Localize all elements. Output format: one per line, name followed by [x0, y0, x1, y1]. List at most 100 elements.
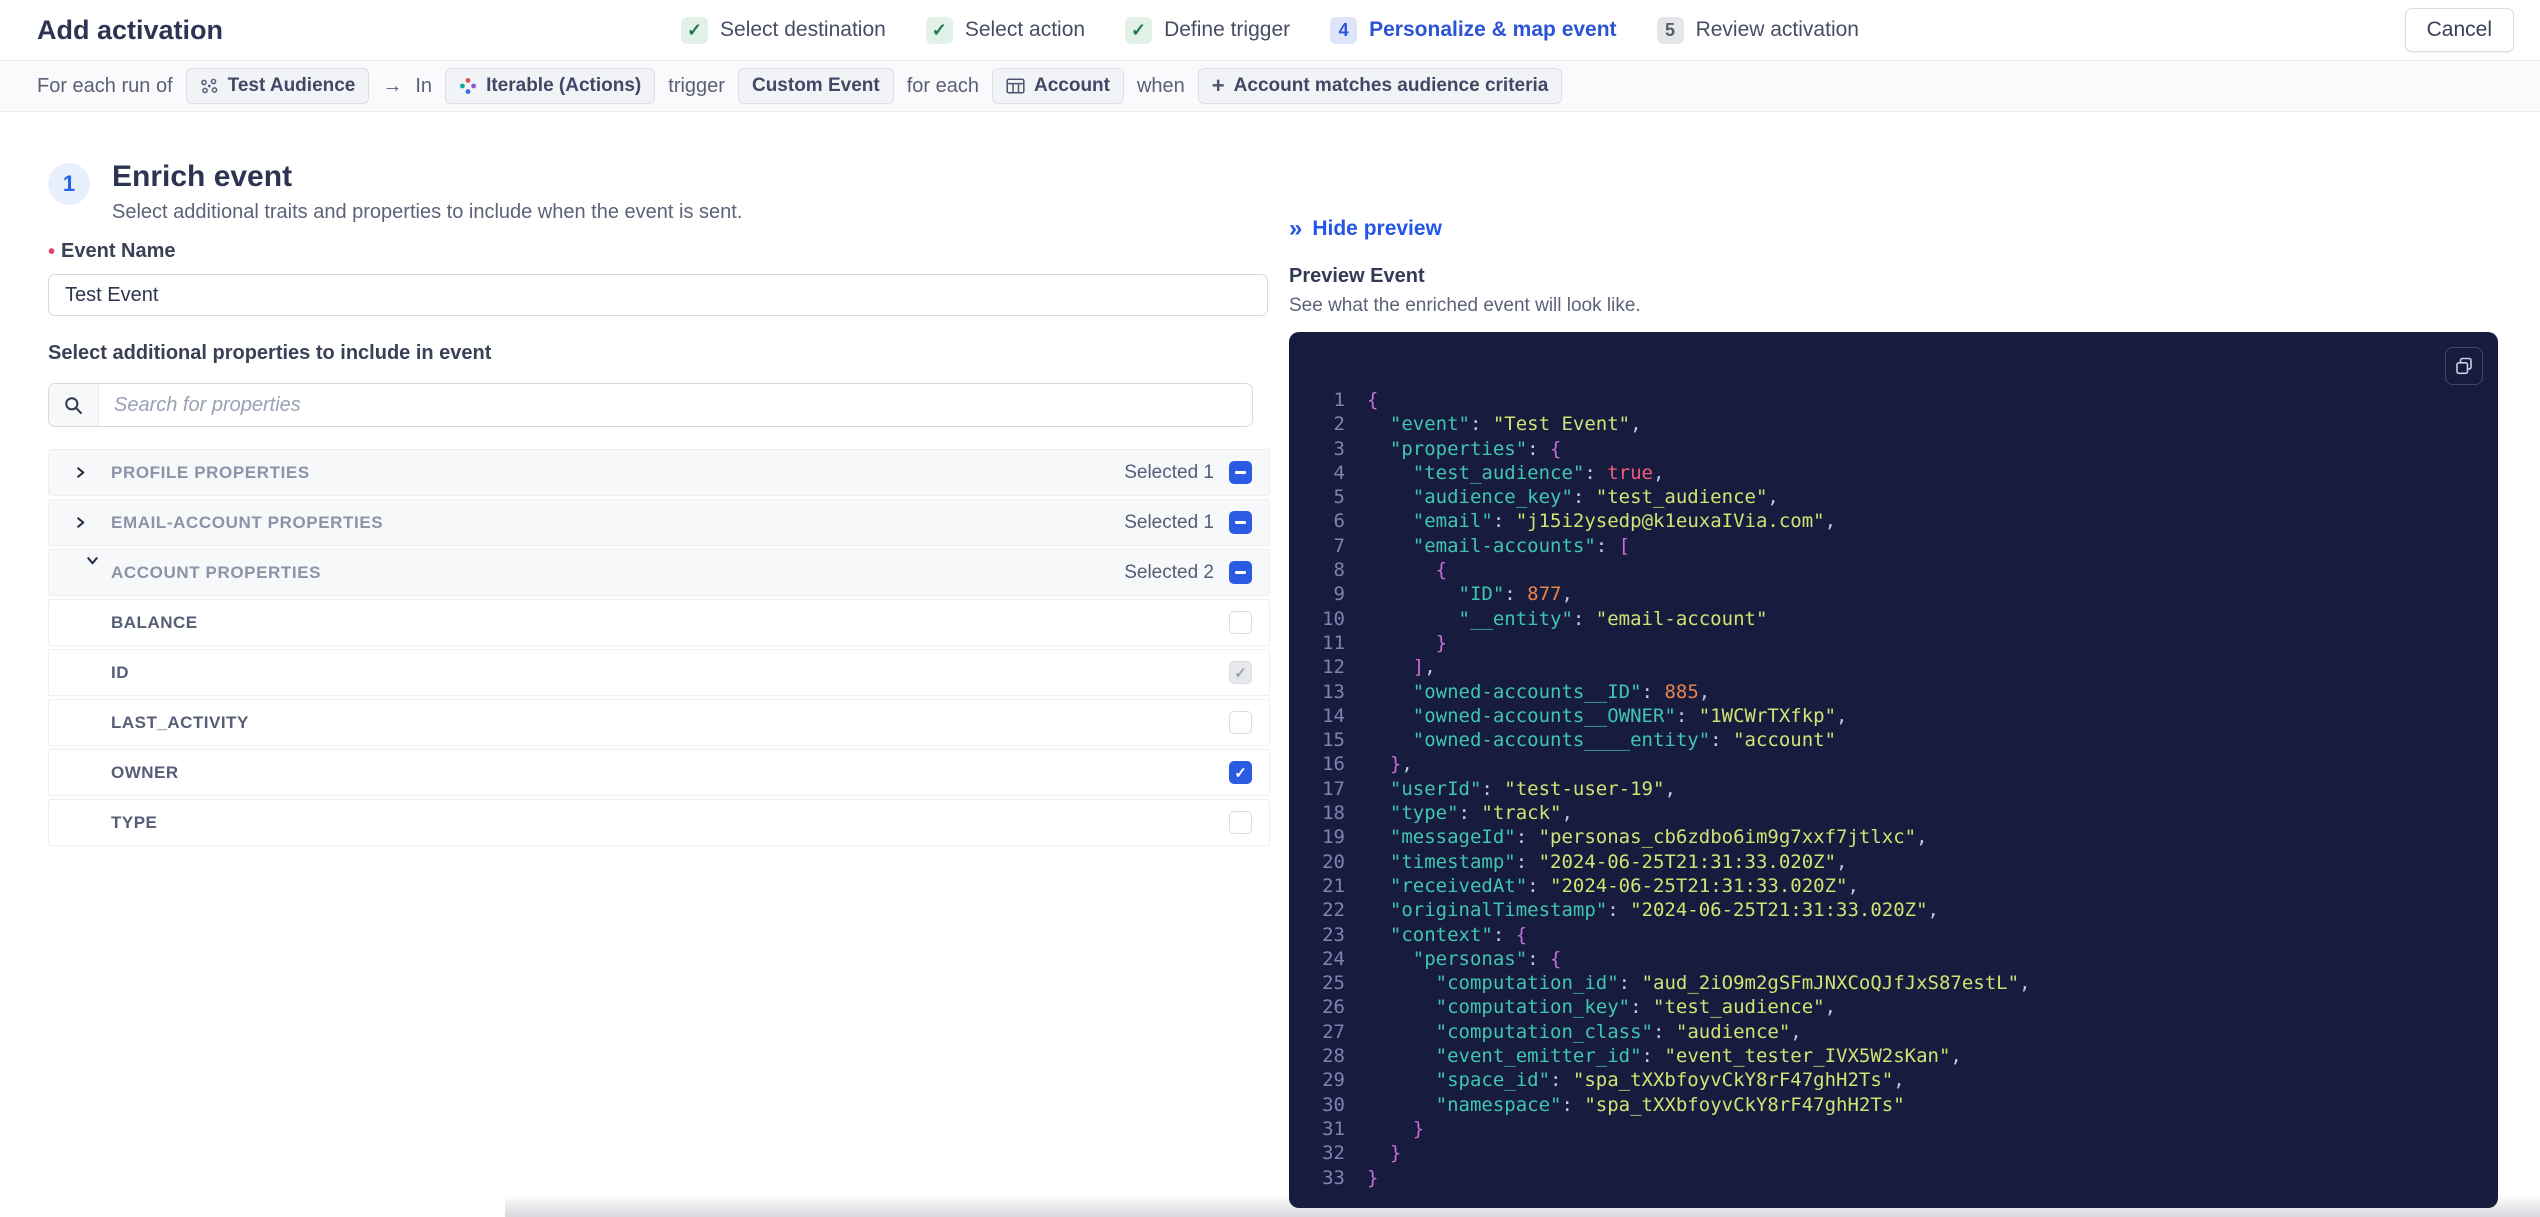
line-number: 28 [1322, 1045, 1345, 1068]
chip-label: Account [1033, 75, 1110, 96]
line-number: 15 [1322, 729, 1345, 752]
step-number-badge: 4 [1330, 16, 1358, 44]
chip-account-matches-audience-criteria[interactable]: + Account matches audience criteria [1197, 68, 1563, 104]
event-name-label: • Event Name [48, 240, 176, 263]
code-line-content: "__entity": "email-account" [1367, 607, 1768, 630]
search-icon [49, 384, 99, 426]
line-number: 7 [1333, 534, 1345, 557]
line-number: 33 [1322, 1166, 1345, 1189]
code-line: 30 "namespace": "spa_tXXbfoyvCkY8rF47ghH… [1289, 1093, 2498, 1117]
line-number: 18 [1322, 802, 1345, 825]
property-checkbox[interactable] [1229, 611, 1252, 634]
code-line-content: } [1367, 1117, 1425, 1140]
summary-text: for each [906, 74, 979, 97]
property-checkbox[interactable] [1229, 811, 1252, 834]
minus-icon [1235, 471, 1246, 474]
code-line: 5 "audience_key": "test_audience", [1289, 485, 2498, 509]
line-number: 8 [1333, 559, 1345, 582]
line-number: 29 [1322, 1069, 1345, 1092]
group-header-email-account-properties[interactable]: EMAIL-ACCOUNT PROPERTIES Selected 1 [48, 499, 1270, 546]
event-name-field[interactable] [48, 274, 1268, 316]
chip-account[interactable]: Account [991, 68, 1124, 104]
code-line: 7 "email-accounts": [ [1289, 534, 2498, 558]
group-checkbox[interactable] [1229, 511, 1252, 534]
property-checkbox[interactable] [1229, 711, 1252, 734]
line-number: 19 [1322, 826, 1345, 849]
code-line-content: "email-accounts": [ [1367, 534, 1631, 557]
iterable-icon [459, 77, 477, 95]
code-line: 1{ [1289, 388, 2498, 412]
code-line: 11 } [1289, 631, 2498, 655]
code-line: 9 "ID": 877, [1289, 582, 2498, 606]
line-number: 10 [1322, 607, 1345, 630]
property-row-balance: BALANCE [48, 599, 1270, 646]
group-header-profile-properties[interactable]: PROFILE PROPERTIES Selected 1 [48, 449, 1270, 496]
line-number: 22 [1322, 899, 1345, 922]
chip-custom-event[interactable]: Custom Event [737, 68, 894, 104]
code-line-content: "event_emitter_id": "event_tester_IVX5W2… [1367, 1045, 1962, 1068]
code-line: 4 "test_audience": true, [1289, 461, 2498, 485]
step-number-badge: 5 [1656, 16, 1684, 44]
step-select-destination[interactable]: ✓ Select destination [681, 16, 886, 44]
property-checkbox[interactable]: ✓ [1229, 761, 1252, 784]
step-define-trigger[interactable]: ✓ Define trigger [1125, 16, 1290, 44]
hide-preview-link[interactable]: » Hide preview [1289, 217, 1442, 241]
enrich-event-section: 1 Enrich event Select additional traits … [48, 112, 1270, 1208]
property-checkbox[interactable]: ✓ [1229, 661, 1252, 684]
properties-search[interactable] [48, 383, 1253, 427]
code-line-content: "owned-accounts__OWNER": "1WCWrTXfkp", [1367, 704, 1848, 727]
code-line: 10 "__entity": "email-account" [1289, 607, 2498, 631]
chip-iterable-actions-[interactable]: Iterable (Actions) [445, 68, 656, 104]
property-label: TYPE [111, 812, 158, 832]
preview-subtitle: See what the enriched event will look li… [1289, 295, 1641, 316]
line-number: 3 [1333, 437, 1345, 460]
code-line: 14 "owned-accounts__OWNER": "1WCWrTXfkp"… [1289, 704, 2498, 728]
code-line-content: "receivedAt": "2024-06-25T21:31:33.020Z"… [1367, 874, 1859, 897]
step-check-icon: ✓ [1125, 16, 1153, 44]
line-number: 31 [1322, 1117, 1345, 1140]
preview-section: » Hide preview Preview Event See what th… [1289, 112, 2498, 1208]
group-selected-count: Selected 1 [1124, 461, 1214, 483]
cancel-button[interactable]: Cancel [2404, 8, 2514, 52]
add-activation-page: Add activation ✓ Select destination ✓ Selec… [0, 0, 2540, 1217]
code-line-content: "space_id": "spa_tXXbfoyvCkY8rF47ghH2Ts"… [1367, 1069, 1905, 1092]
property-row-owner: OWNER ✓ [48, 749, 1270, 796]
summary-text: For each run of [37, 74, 173, 97]
code-line-content: "timestamp": "2024-06-25T21:31:33.020Z", [1367, 850, 1848, 873]
code-line: 20 "timestamp": "2024-06-25T21:31:33.020… [1289, 850, 2498, 874]
line-number: 26 [1322, 996, 1345, 1019]
code-line-content: "computation_key": "test_audience", [1367, 996, 1837, 1019]
properties-select-label: Select additional properties to include … [48, 342, 492, 364]
code-line-content: "personas": { [1367, 947, 1562, 970]
code-line-content: "messageId": "personas_cb6zdbo6im9g7xxf7… [1367, 826, 1928, 849]
code-line: 29 "space_id": "spa_tXXbfoyvCkY8rF47ghH2… [1289, 1068, 2498, 1092]
group-checkbox[interactable] [1229, 561, 1252, 584]
code-line-content: }, [1367, 753, 1413, 776]
code-line: 13 "owned-accounts__ID": 885, [1289, 680, 2498, 704]
step-review-activation[interactable]: 5 Review activation [1656, 16, 1859, 44]
line-number: 4 [1333, 461, 1345, 484]
code-line-content: "test_audience": true, [1367, 461, 1665, 484]
code-line: 22 "originalTimestamp": "2024-06-25T21:3… [1289, 898, 2498, 922]
property-groups: PROFILE PROPERTIES Selected 1 EMAIL-ACCOUN… [48, 449, 1270, 846]
group-header-right: Selected 1 [1124, 511, 1252, 534]
group-checkbox[interactable] [1229, 461, 1252, 484]
code-line: 2 "event": "Test Event", [1289, 412, 2498, 436]
property-label: OWNER [111, 762, 179, 782]
code-line-content: { [1367, 559, 1448, 582]
group-header-right: Selected 2 [1124, 561, 1252, 584]
code-line-content: "namespace": "spa_tXXbfoyvCkY8rF47ghH2Ts… [1367, 1093, 1905, 1116]
line-number: 27 [1322, 1020, 1345, 1043]
copy-button[interactable] [2445, 347, 2483, 385]
chip-test-audience[interactable]: Test Audience [185, 68, 370, 104]
step-select-action[interactable]: ✓ Select action [925, 16, 1085, 44]
group-header-account-properties[interactable]: ACCOUNT PROPERTIES Selected 2 [48, 549, 1270, 596]
main-content: 1 Enrich event Select additional traits … [0, 112, 2540, 1208]
chip-label: Test Audience [227, 75, 356, 96]
property-label: LAST_ACTIVITY [111, 712, 249, 732]
chip-label: Account matches audience criteria [1233, 75, 1549, 96]
arrow-right-icon: → [382, 74, 403, 97]
code-line-content: "properties": { [1367, 437, 1562, 460]
step-personalize-map-event[interactable]: 4 Personalize & map event [1330, 16, 1617, 44]
search-input[interactable] [99, 393, 1252, 417]
